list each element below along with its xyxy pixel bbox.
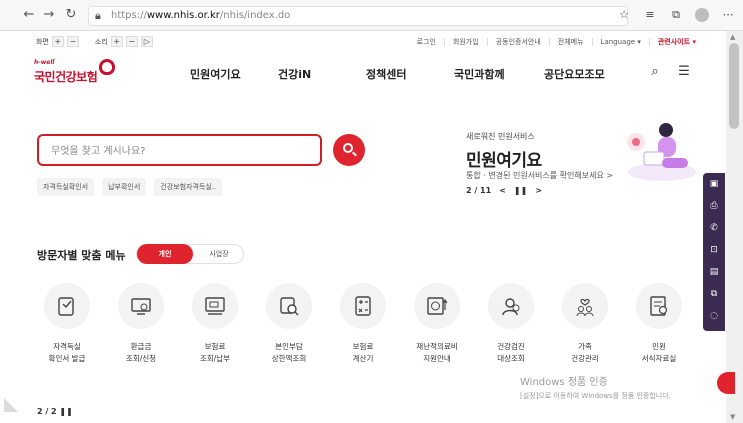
floating-chat-button[interactable] bbox=[717, 372, 735, 394]
logo-name: 국민건강보험 bbox=[34, 70, 98, 84]
refund-icon bbox=[131, 298, 151, 315]
scroll-down-icon[interactable]: ▼ bbox=[730, 413, 735, 421]
sound-up-button[interactable]: + bbox=[110, 36, 123, 47]
screen-zoom-out-button[interactable]: − bbox=[66, 36, 79, 47]
collections-icon[interactable]: ⧉ bbox=[665, 6, 687, 24]
menu-item-refund[interactable]: 환급금 조회/신청 bbox=[103, 283, 179, 369]
profile-avatar[interactable] bbox=[691, 6, 713, 24]
menu-item-copay[interactable]: 본인부담 상한액조회 bbox=[251, 283, 327, 369]
more-menu-icon[interactable]: ⋯ bbox=[717, 6, 739, 24]
dock-document-icon[interactable]: ▤ bbox=[703, 261, 725, 283]
site-logo[interactable]: h-well 국민건강보험 bbox=[34, 59, 115, 89]
certificate-guide-link[interactable]: 공동인증서안내 bbox=[496, 37, 541, 47]
nav-item-civil-service[interactable]: 민원여기요 bbox=[190, 66, 278, 82]
related-sites-select[interactable]: 관련사이트 ▾ bbox=[658, 37, 696, 47]
promo-page-count: 2 / 11 bbox=[466, 186, 492, 195]
family-icon bbox=[576, 298, 594, 317]
quick-tag-qualification[interactable]: 자격득실확인서 bbox=[37, 178, 95, 196]
signup-link[interactable]: 회원가입 bbox=[453, 37, 479, 47]
windows-activation-watermark: Windows 정품 인증 [설정]으로 이동하여 Windows를 정품 인증… bbox=[520, 377, 671, 400]
search-button[interactable] bbox=[333, 134, 365, 166]
lock-icon: 🔒︎ bbox=[95, 9, 101, 22]
quick-tag-insurance[interactable]: 건강보험자격득실.. bbox=[154, 178, 223, 196]
dock-copy-icon[interactable]: ⧉ bbox=[703, 283, 725, 305]
menu-item-premium[interactable]: 보험료 조회/납부 bbox=[177, 283, 253, 369]
menu-item-forms[interactable]: 민원 서식자료실 bbox=[621, 283, 697, 369]
browser-toolbar: ← → ↻ 🔒︎ https://www.nhis.or.kr/nhis/ind… bbox=[0, 0, 743, 31]
language-select[interactable]: Language ▾ bbox=[601, 38, 641, 46]
hamburger-menu-icon[interactable]: ☰ bbox=[676, 64, 692, 80]
scroll-thumb[interactable] bbox=[729, 43, 739, 129]
dock-print-icon[interactable]: ⎙ bbox=[703, 195, 725, 217]
menu-item-calculator[interactable]: 보험료 계산기 bbox=[325, 283, 401, 369]
dock-lock-icon[interactable]: ⊡ bbox=[703, 239, 725, 261]
screen-size-label: 화면 bbox=[36, 37, 49, 46]
payment-icon bbox=[205, 297, 225, 315]
promo-subtitle: 새로워진 민원서비스 bbox=[466, 132, 535, 141]
support-icon bbox=[427, 297, 448, 315]
search-field[interactable] bbox=[37, 134, 322, 166]
login-link[interactable]: 로그인 bbox=[417, 37, 436, 47]
url-text: https://www.nhis.or.kr/nhis/index.do bbox=[111, 10, 291, 21]
back-icon[interactable]: ← bbox=[20, 6, 38, 24]
nav-item-health-in[interactable]: 건강iN bbox=[278, 66, 366, 82]
calculator-icon bbox=[355, 296, 371, 316]
all-menu-link[interactable]: 전체메뉴 bbox=[558, 37, 584, 47]
promo-pager: 2 / 11 < ❚❚ > bbox=[466, 186, 542, 195]
sound-down-button[interactable]: − bbox=[125, 36, 138, 47]
search-icon[interactable]: ⌕ bbox=[647, 64, 663, 80]
quick-dock: ▣ ⎙ ✆ ⊡ ▤ ⧉ ◌ bbox=[703, 173, 725, 331]
quick-search-tags: 자격득실확인서 납부확인서 건강보험자격득실.. bbox=[37, 178, 223, 196]
window-corner bbox=[4, 398, 18, 412]
screen-zoom-in-button[interactable]: + bbox=[51, 36, 64, 47]
visitor-type-toggle: 개인 사업장 bbox=[136, 244, 244, 264]
address-bar[interactable]: 🔒︎ https://www.nhis.or.kr/nhis/index.do bbox=[88, 6, 628, 26]
favorites-list-icon[interactable]: ≡ bbox=[639, 6, 661, 24]
menu-item-family[interactable]: 가족 건강관리 bbox=[547, 283, 623, 369]
tab-personal[interactable]: 개인 bbox=[137, 244, 193, 264]
menu-item-disaster-support[interactable]: 재난적의료비 지원안내 bbox=[399, 283, 475, 369]
favorite-star-icon[interactable]: ☆ bbox=[613, 6, 635, 24]
scroll-up-icon[interactable]: ▲ bbox=[730, 33, 735, 41]
promo-next-button[interactable]: > bbox=[535, 186, 542, 195]
nav-item-with-citizens[interactable]: 국민과함께 bbox=[454, 66, 544, 82]
menu-item-certificate[interactable]: 자격득실 확인서 발급 bbox=[29, 283, 105, 369]
logo-mark-icon bbox=[99, 59, 115, 75]
main-nav: 민원여기요 건강iN 정책센터 국민과함께 공단요모조모 bbox=[190, 66, 605, 82]
medical-search-icon bbox=[280, 297, 299, 316]
promo-pause-button[interactable]: ❚❚ bbox=[514, 186, 527, 195]
logo-subtitle: h-well bbox=[34, 59, 55, 66]
dock-certificate-icon[interactable]: ▣ bbox=[703, 173, 725, 195]
sound-play-button[interactable]: ▷ bbox=[140, 36, 153, 47]
dock-phone-icon[interactable]: ✆ bbox=[703, 217, 725, 239]
tab-business[interactable]: 사업장 bbox=[195, 245, 243, 263]
page-scrollbar[interactable]: ▲ ▼ bbox=[726, 31, 743, 423]
dock-chat-icon[interactable]: ◌ bbox=[703, 305, 725, 327]
search-input[interactable] bbox=[51, 142, 306, 160]
quick-tag-payment[interactable]: 납부확인서 bbox=[102, 178, 147, 196]
certificate-icon bbox=[58, 297, 74, 316]
visitor-menu-title: 방문자별 맞춤 메뉴 bbox=[37, 249, 126, 262]
document-icon bbox=[650, 296, 668, 316]
utility-bar: 화면 + − 소리 + − ▷ 로그인 회원가입 공동인증서안내 전체메뉴 La… bbox=[0, 31, 726, 53]
checkup-icon bbox=[502, 298, 520, 316]
nav-item-policy-center[interactable]: 정책센터 bbox=[366, 66, 454, 82]
visitor-menu-pager[interactable]: 2 / 2 ❚❚ bbox=[37, 407, 73, 416]
promo-illustration bbox=[627, 123, 696, 181]
promo-title[interactable]: 민원여기요 bbox=[466, 146, 542, 171]
sound-label: 소리 bbox=[94, 37, 108, 46]
promo-prev-button[interactable]: < bbox=[499, 186, 506, 195]
forward-icon[interactable]: → bbox=[40, 6, 58, 24]
menu-item-checkup[interactable]: 건강검진 대상조회 bbox=[473, 283, 549, 369]
refresh-icon[interactable]: ↻ bbox=[62, 6, 80, 24]
nav-item-about[interactable]: 공단요모조모 bbox=[544, 66, 605, 82]
promo-description[interactable]: 통합 · 변경된 민원서비스를 확인해보세요 > bbox=[466, 170, 613, 181]
